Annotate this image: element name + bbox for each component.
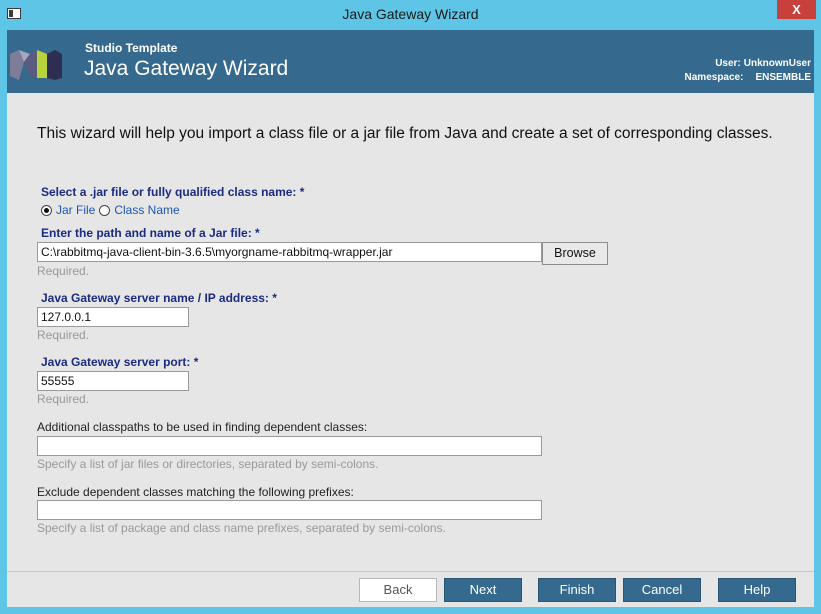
header-subtitle: Studio Template [85, 41, 178, 55]
classpaths-label: Additional classpaths to be used in find… [37, 420, 368, 434]
server-hint: Required. [37, 328, 90, 342]
footer-divider [7, 571, 814, 572]
exclude-input[interactable] [37, 500, 542, 520]
port-input[interactable] [37, 371, 189, 391]
window-titlebar[interactable]: Java Gateway Wizard X [0, 0, 821, 30]
namespace-label: Namespace: [684, 72, 744, 83]
studio-logo-icon [10, 50, 62, 80]
port-label: Java Gateway server port: * [41, 355, 199, 369]
radio-class-name[interactable]: Class Name [99, 203, 180, 217]
server-label: Java Gateway server name / IP address: * [41, 291, 277, 305]
browse-button[interactable]: Browse [542, 242, 608, 265]
server-input[interactable] [37, 307, 189, 327]
type-radio-group: Jar File Class Name [41, 203, 184, 217]
back-button[interactable]: Back [359, 578, 437, 602]
next-button[interactable]: Next [444, 578, 522, 602]
classpaths-input[interactable] [37, 436, 542, 456]
radio-class-name-button[interactable] [99, 204, 111, 216]
radio-jar-file-label[interactable]: Jar File [56, 203, 95, 217]
jar-path-input[interactable] [37, 242, 542, 262]
namespace-info: Namespace: ENSEMBLE [685, 71, 811, 85]
user-label: User: [715, 58, 741, 69]
user-info: User: UnknownUser [685, 57, 811, 71]
user-value: UnknownUser [743, 58, 811, 69]
help-button[interactable]: Help [718, 578, 796, 602]
wizard-client-area: Studio Template Java Gateway Wizard User… [7, 30, 814, 607]
finish-button[interactable]: Finish [538, 578, 616, 602]
header-title: Java Gateway Wizard [84, 57, 289, 80]
port-hint: Required. [37, 392, 90, 406]
radio-class-name-label[interactable]: Class Name [114, 203, 179, 217]
exclude-label: Exclude dependent classes matching the f… [37, 485, 354, 499]
header-meta: User: UnknownUser Namespace: ENSEMBLE [685, 57, 811, 85]
cancel-button[interactable]: Cancel [623, 578, 701, 602]
select-type-label: Select a .jar file or fully qualified cl… [41, 185, 305, 199]
jar-path-hint: Required. [37, 264, 90, 278]
radio-jar-file[interactable]: Jar File [41, 203, 95, 217]
close-button[interactable]: X [777, 0, 816, 19]
classpaths-hint: Specify a list of jar files or directori… [37, 457, 379, 471]
window-title: Java Gateway Wizard [342, 6, 479, 22]
namespace-value: ENSEMBLE [755, 72, 811, 83]
exclude-hint: Specify a list of package and class name… [37, 521, 446, 535]
jar-path-label: Enter the path and name of a Jar file: * [41, 226, 260, 240]
wizard-header: Studio Template Java Gateway Wizard User… [7, 30, 814, 93]
radio-jar-file-button[interactable] [41, 204, 52, 216]
intro-text: This wizard will help you import a class… [37, 125, 773, 142]
